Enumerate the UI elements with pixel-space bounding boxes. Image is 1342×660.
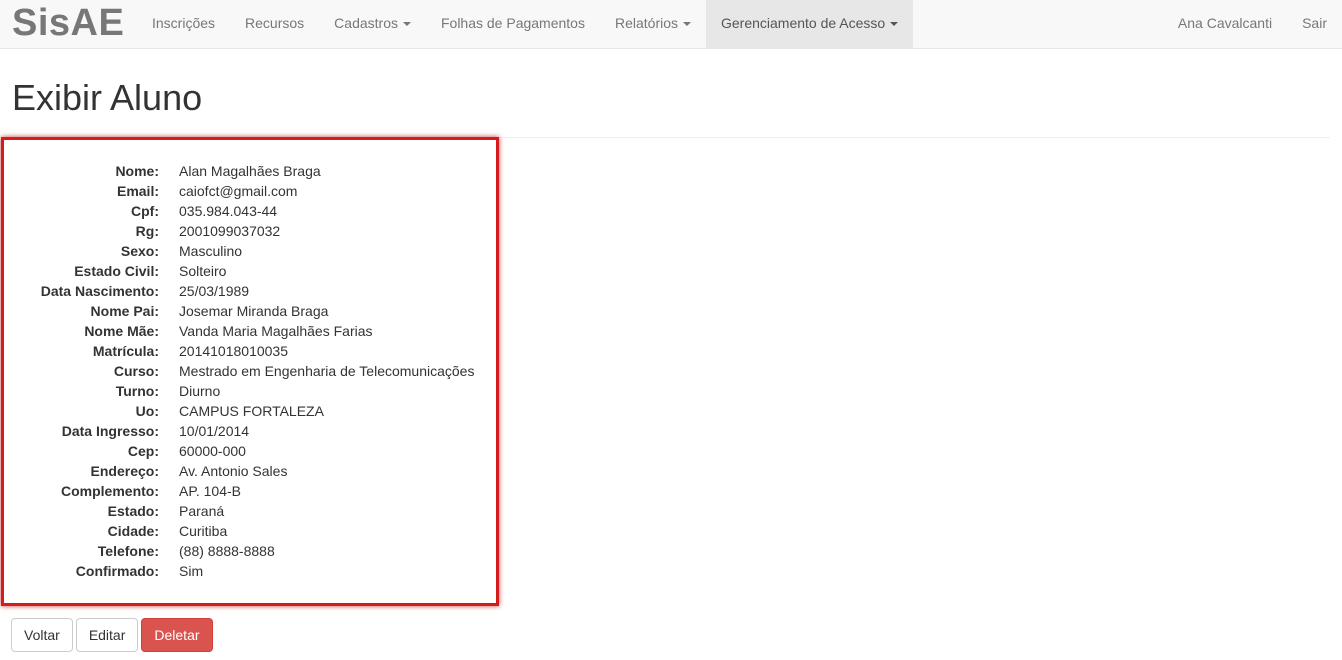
detail-value: Vanda Maria Magalhães Farias — [179, 323, 373, 339]
nav-item-relatorios[interactable]: Relatórios — [600, 0, 706, 48]
detail-label: Curso: — [113, 363, 159, 379]
action-buttons: Voltar Editar Deletar — [11, 618, 213, 652]
nav-item-label: Gerenciamento de Acesso — [721, 15, 886, 31]
nav-item-logout[interactable]: Sair — [1287, 0, 1342, 48]
detail-value: AP. 104-B — [179, 483, 242, 499]
detail-value: 60000-000 — [179, 443, 246, 459]
detail-label: Nome: — [115, 163, 159, 179]
detail-label: Sexo: — [120, 243, 159, 259]
detail-row-sexo: Sexo: Masculino — [4, 241, 499, 261]
user-nav: Ana Cavalcanti Sair — [1163, 0, 1342, 48]
detail-row-data-ingresso: Data Ingresso: 10/01/2014 — [4, 421, 499, 441]
brand-logo[interactable]: SisAE — [12, 0, 124, 48]
detail-row-turno: Turno: Diurno — [4, 381, 499, 401]
detail-label: Turno: — [115, 383, 159, 399]
detail-row-data-nascimento: Data Nascimento: 25/03/1989 — [4, 281, 499, 301]
main-nav: Inscrições Recursos Cadastros Folhas de … — [137, 0, 914, 48]
caret-down-icon — [683, 22, 691, 27]
detail-label: Nome Mãe: — [84, 323, 159, 339]
logout-label: Sair — [1302, 15, 1327, 31]
caret-down-icon — [402, 22, 411, 27]
detail-value: (88) 8888-8888 — [179, 543, 275, 559]
detail-label: Cep: — [127, 443, 159, 459]
detail-value: Josemar Miranda Braga — [179, 303, 329, 319]
detail-label: Endereço: — [90, 463, 159, 479]
detail-value: Diurno — [179, 383, 221, 399]
detail-value: Alan Magalhães Braga — [179, 163, 321, 179]
detail-row-telefone: Telefone: (88) 8888-8888 — [4, 541, 499, 561]
detail-value: 035.984.043-44 — [179, 203, 278, 219]
detail-label: Estado Civil: — [74, 263, 159, 279]
detail-value: CAMPUS FORTALEZA — [179, 403, 324, 419]
nav-item-label: Relatórios — [614, 15, 678, 31]
detail-label: Telefone: — [97, 543, 159, 559]
detail-row-endereco: Endereço: Av. Antonio Sales — [4, 461, 499, 481]
detail-value: 10/01/2014 — [179, 423, 250, 439]
detail-value: caiofct@gmail.com — [179, 183, 298, 199]
detail-label: Estado: — [107, 503, 159, 519]
detail-row-uo: Uo: CAMPUS FORTALEZA — [4, 401, 499, 421]
detail-row-cidade: Cidade: Curitiba — [4, 521, 499, 541]
detail-label: Data Nascimento: — [40, 283, 159, 299]
detail-label: Nome Pai: — [90, 303, 159, 319]
caret-down-icon — [890, 22, 899, 27]
student-details-panel: Nome: Alan Magalhães Braga Email: caiofct@… — [1, 137, 499, 606]
detail-label: Email: — [116, 183, 159, 199]
nav-item-user-name[interactable]: Ana Cavalcanti — [1163, 0, 1287, 48]
detail-label: Uo: — [135, 403, 159, 419]
detail-row-confirmado: Confirmado: Sim — [4, 561, 499, 581]
nav-item-label: Recursos — [245, 15, 305, 31]
detail-row-matricula: Matrícula: 20141018010035 — [4, 341, 499, 361]
nav-item-gerenciamento-de-acesso[interactable]: Gerenciamento de Acesso — [706, 0, 914, 48]
nav-item-label: Folhas de Pagamentos — [440, 15, 585, 31]
detail-label: Data Ingresso: — [61, 423, 159, 439]
detail-row-rg: Rg: 2001099037032 — [4, 221, 499, 241]
detail-row-cpf: Cpf: 035.984.043-44 — [4, 201, 499, 221]
nav-item-cadastros[interactable]: Cadastros — [319, 0, 426, 48]
detail-value: Paraná — [179, 503, 225, 519]
nav-item-folhas-de-pagamentos[interactable]: Folhas de Pagamentos — [426, 0, 600, 48]
detail-row-cep: Cep: 60000-000 — [4, 441, 499, 461]
delete-button[interactable]: Deletar — [141, 618, 213, 652]
detail-value: Solteiro — [179, 263, 227, 279]
nav-item-label: Inscrições — [152, 15, 216, 31]
detail-value: Masculino — [179, 243, 243, 259]
student-details-list: Nome: Alan Magalhães Braga Email: caiofct@… — [4, 161, 499, 581]
nav-item-label: Cadastros — [334, 15, 398, 31]
detail-value: 25/03/1989 — [179, 283, 250, 299]
detail-value: 20141018010035 — [179, 343, 289, 359]
detail-label: Cidade: — [107, 523, 159, 539]
nav-item-inscricoes[interactable]: Inscrições — [137, 0, 230, 48]
detail-value: Curitiba — [179, 523, 228, 539]
detail-label: Confirmado: — [75, 563, 159, 579]
detail-value: Sim — [179, 563, 204, 579]
detail-label: Complemento: — [61, 483, 159, 499]
detail-row-curso: Curso: Mestrado em Engenharia de Telecomu… — [4, 361, 499, 381]
detail-value: Mestrado em Engenharia de Telecomunicaçõ… — [179, 363, 475, 379]
detail-row-email: Email: caiofct@gmail.com — [4, 181, 499, 201]
detail-row-estado-civil: Estado Civil: Solteiro — [4, 261, 499, 281]
detail-row-estado: Estado: Paraná — [4, 501, 499, 521]
nav-item-recursos[interactable]: Recursos — [230, 0, 319, 48]
detail-row-nome: Nome: Alan Magalhães Braga — [4, 161, 499, 181]
detail-label: Matrícula: — [92, 343, 159, 359]
detail-value: Av. Antonio Sales — [179, 463, 288, 479]
detail-label: Cpf: — [131, 203, 159, 219]
detail-row-nome-mae: Nome Mãe: Vanda Maria Magalhães Farias — [4, 321, 499, 341]
detail-value: 2001099037032 — [179, 223, 281, 239]
back-button[interactable]: Voltar — [11, 618, 73, 652]
top-navbar: SisAE Inscrições Recursos Cadastros Folh… — [0, 0, 1342, 49]
page-title: Exibir Aluno — [12, 77, 203, 118]
detail-label: Rg: — [135, 223, 159, 239]
detail-row-nome-pai: Nome Pai: Josemar Miranda Braga — [4, 301, 499, 321]
detail-row-complemento: Complemento: AP. 104-B — [4, 481, 499, 501]
edit-button[interactable]: Editar — [75, 618, 139, 652]
user-name: Ana Cavalcanti — [1177, 15, 1273, 31]
